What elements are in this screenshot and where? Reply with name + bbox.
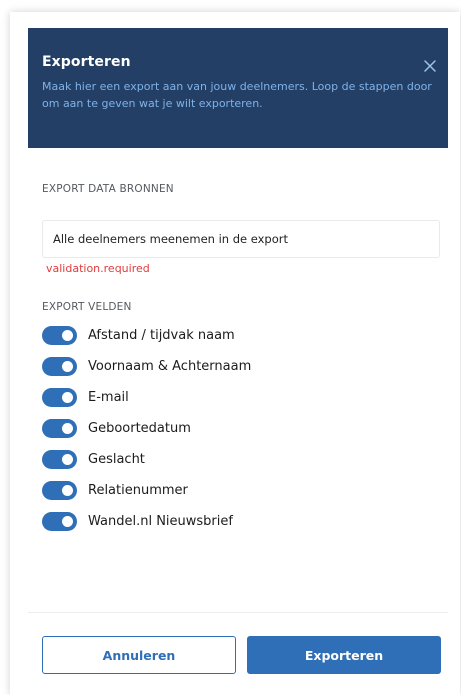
field-row: E-mail <box>42 386 129 408</box>
validation-message: validation.required <box>46 262 150 275</box>
cancel-button[interactable]: Annuleren <box>42 636 236 674</box>
field-toggle[interactable] <box>42 325 77 345</box>
field-label: E-mail <box>88 389 129 405</box>
field-label: Afstand / tijdvak naam <box>88 327 235 343</box>
field-toggle[interactable] <box>42 387 77 407</box>
export-button[interactable]: Exporteren <box>247 636 441 674</box>
field-row: Wandel.nl Nieuwsbrief <box>42 510 233 532</box>
export-sources-label: EXPORT DATA BRONNEN <box>42 183 174 195</box>
field-label: Voornaam & Achternaam <box>88 358 252 374</box>
close-icon[interactable] <box>422 58 438 74</box>
field-label: Wandel.nl Nieuwsbrief <box>88 513 233 529</box>
field-toggle[interactable] <box>42 449 77 469</box>
dialog-description: Maak hier een export aan van jouw deelne… <box>42 80 432 110</box>
field-row: Geboortedatum <box>42 417 191 439</box>
field-row: Voornaam & Achternaam <box>42 355 251 377</box>
dialog-title: Exporteren <box>42 54 131 70</box>
field-row: Relatienummer <box>42 479 188 501</box>
field-toggle[interactable] <box>42 511 77 531</box>
export-fields-label: EXPORT VELDEN <box>42 301 132 313</box>
dialog-header: Exporteren Maak hier een export aan van … <box>28 28 448 148</box>
field-row: Geslacht <box>42 448 145 470</box>
footer-divider <box>28 612 448 613</box>
field-toggle[interactable] <box>42 356 77 376</box>
field-label: Geslacht <box>88 451 145 467</box>
export-source-option[interactable]: Alle deelnemers meenemen in de export <box>42 220 440 258</box>
field-row: Afstand / tijdvak naam <box>42 324 235 346</box>
field-toggle[interactable] <box>42 480 77 500</box>
field-toggle[interactable] <box>42 418 77 438</box>
field-label: Relatienummer <box>88 482 188 498</box>
field-label: Geboortedatum <box>88 420 191 436</box>
